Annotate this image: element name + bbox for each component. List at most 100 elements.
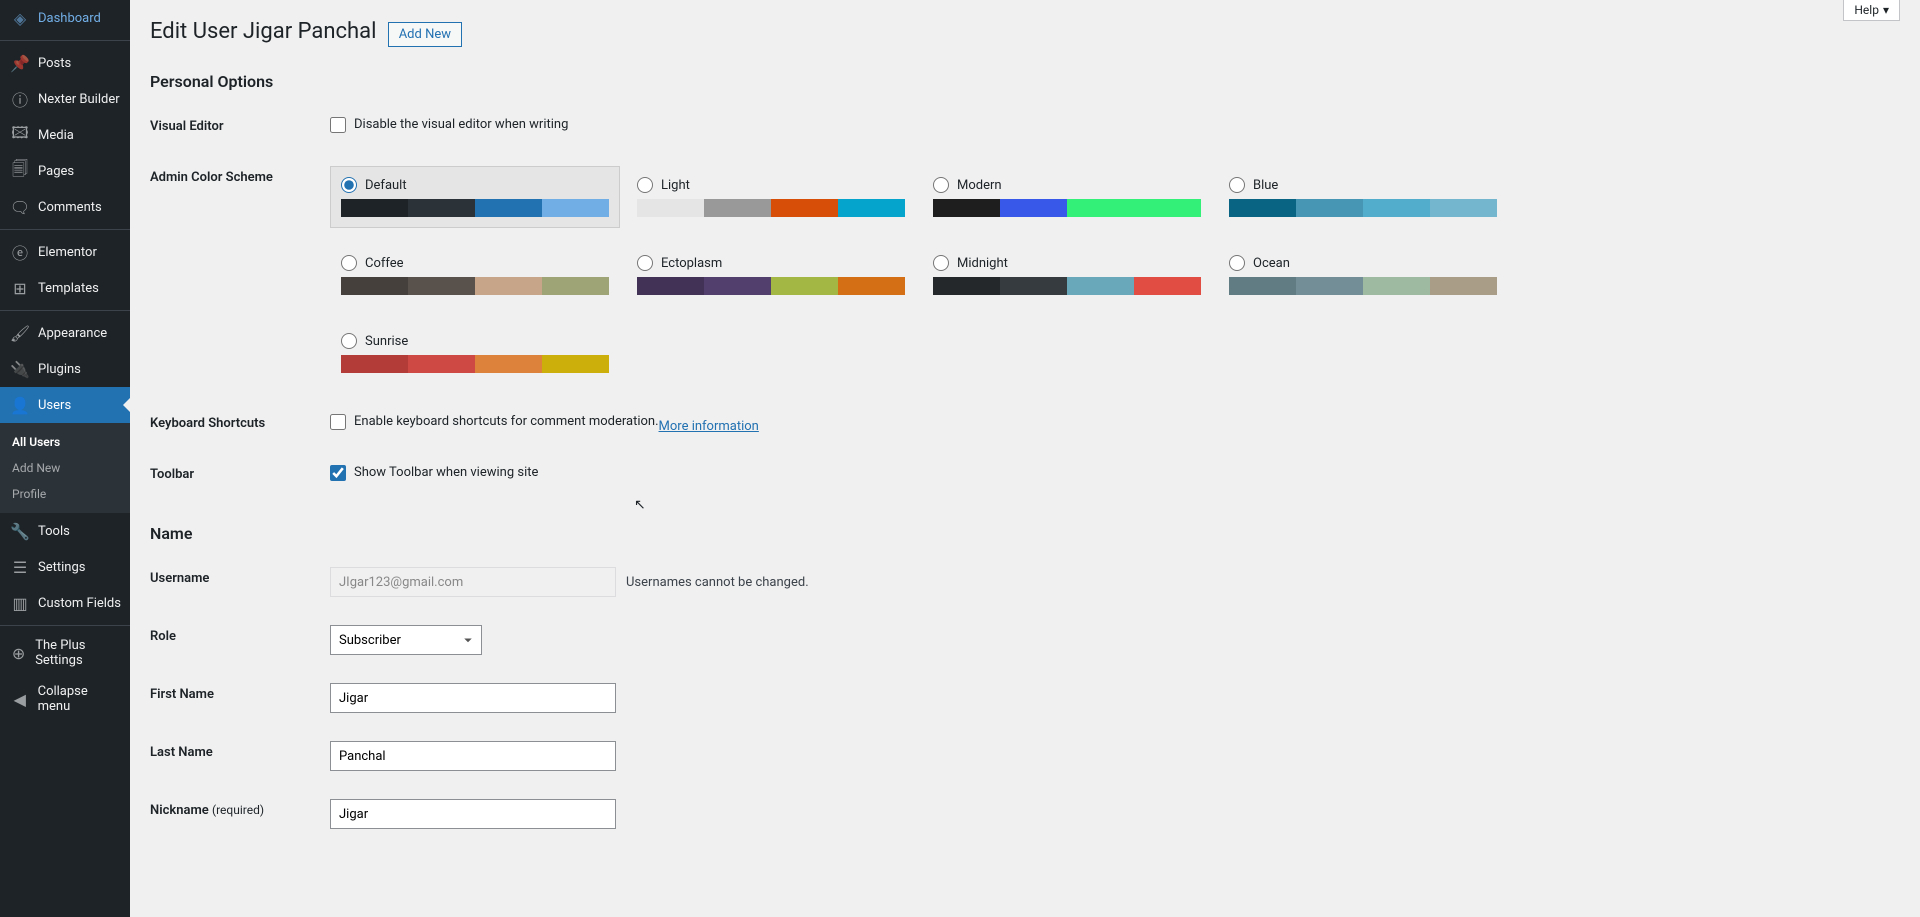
scheme-radio-ocean[interactable] [1229, 255, 1245, 271]
keyboard-more-info-link[interactable]: More information [659, 419, 759, 434]
menu-posts[interactable]: 📌Posts [0, 45, 130, 81]
media-icon: 🖾 [10, 125, 30, 145]
scheme-midnight[interactable]: Midnight [922, 244, 1212, 306]
toolbar-checkbox-label[interactable]: Show Toolbar when viewing site [330, 465, 538, 481]
custom-fields-icon: ▥ [10, 593, 30, 613]
scheme-radio-sunrise[interactable] [341, 333, 357, 349]
color-swatches [341, 355, 609, 373]
last-name-label: Last Name [150, 727, 330, 785]
scheme-blue[interactable]: Blue [1218, 166, 1508, 228]
color-swatches [933, 199, 1201, 217]
color-swatches [1229, 199, 1497, 217]
plugins-icon: 🔌 [10, 359, 30, 379]
menu-nexter[interactable]: ⓘNexter Builder [0, 81, 130, 117]
scheme-ectoplasm[interactable]: Ectoplasm [626, 244, 916, 306]
keyboard-checkbox[interactable] [330, 414, 346, 430]
scheme-name: Light [661, 178, 690, 193]
users-icon: 👤 [10, 395, 30, 415]
page-title: Edit User Jigar Panchal [150, 10, 376, 48]
nickname-input[interactable] [330, 799, 616, 829]
scheme-radio-ectoplasm[interactable] [637, 255, 653, 271]
visual-editor-label: Visual Editor [150, 101, 330, 152]
color-swatches [1229, 277, 1497, 295]
color-scheme-label: Admin Color Scheme [150, 152, 330, 398]
last-name-input[interactable] [330, 741, 616, 771]
first-name-input[interactable] [330, 683, 616, 713]
tools-icon: 🔧 [10, 521, 30, 541]
menu-users[interactable]: 👤Users [0, 387, 130, 423]
appearance-icon: 🖌 [10, 323, 30, 343]
role-select[interactable]: Subscriber [330, 625, 482, 655]
submenu-add-new[interactable]: Add New [0, 455, 130, 481]
comments-icon: 🗨 [10, 197, 30, 217]
toolbar-checkbox[interactable] [330, 465, 346, 481]
keyboard-checkbox-label[interactable]: Enable keyboard shortcuts for comment mo… [330, 414, 659, 430]
scheme-radio-modern[interactable] [933, 177, 949, 193]
nickname-label: Nickname (required) [150, 785, 330, 843]
visual-editor-checkbox[interactable] [330, 117, 346, 133]
scheme-radio-coffee[interactable] [341, 255, 357, 271]
submenu-profile[interactable]: Profile [0, 481, 130, 507]
content-area: Help▾ Edit User Jigar Panchal Add New Pe… [130, 0, 1920, 917]
users-submenu: All Users Add New Profile [0, 423, 130, 513]
color-swatches [637, 277, 905, 295]
scheme-name: Ocean [1253, 256, 1290, 271]
plus-icon: ⊕ [10, 643, 27, 663]
menu-tools[interactable]: 🔧Tools [0, 513, 130, 549]
scheme-name: Blue [1253, 178, 1278, 193]
menu-plus[interactable]: ⊕The Plus Settings [0, 630, 130, 676]
menu-settings[interactable]: ☰Settings [0, 549, 130, 585]
scheme-coffee[interactable]: Coffee [330, 244, 620, 306]
color-swatches [933, 277, 1201, 295]
admin-sidebar: ◈Dashboard 📌Posts ⓘNexter Builder 🖾Media… [0, 0, 130, 917]
scheme-name: Coffee [365, 256, 404, 271]
nexter-icon: ⓘ [10, 89, 30, 109]
help-tab[interactable]: Help▾ [1843, 0, 1900, 21]
scheme-name: Modern [957, 178, 1002, 193]
scheme-default[interactable]: Default [330, 166, 620, 228]
first-name-label: First Name [150, 669, 330, 727]
scheme-radio-light[interactable] [637, 177, 653, 193]
visual-editor-checkbox-label[interactable]: Disable the visual editor when writing [330, 117, 568, 133]
menu-collapse[interactable]: ◀Collapse menu [0, 676, 130, 722]
scheme-name: Default [365, 178, 407, 193]
username-description: Usernames cannot be changed. [626, 575, 809, 590]
scheme-radio-midnight[interactable] [933, 255, 949, 271]
elementor-icon: ⓔ [10, 242, 30, 262]
menu-templates[interactable]: ⊞Templates [0, 270, 130, 306]
color-swatches [637, 199, 905, 217]
scheme-name: Midnight [957, 256, 1008, 271]
posts-icon: 📌 [10, 53, 30, 73]
scheme-radio-blue[interactable] [1229, 177, 1245, 193]
menu-comments[interactable]: 🗨Comments [0, 189, 130, 225]
submenu-all-users[interactable]: All Users [0, 429, 130, 455]
personal-options-heading: Personal Options [150, 72, 1900, 91]
add-new-button[interactable]: Add New [388, 22, 462, 47]
menu-appearance[interactable]: 🖌Appearance [0, 315, 130, 351]
color-scheme-grid: Default Light Modern Blue Coffee Ectoplasm Mid… [330, 166, 1900, 384]
color-swatches [341, 277, 609, 295]
menu-dashboard[interactable]: ◈Dashboard [0, 0, 130, 36]
menu-elementor[interactable]: ⓔElementor [0, 234, 130, 270]
templates-icon: ⊞ [10, 278, 30, 298]
scheme-ocean[interactable]: Ocean [1218, 244, 1508, 306]
username-label: Username [150, 553, 330, 611]
username-input [330, 567, 616, 597]
menu-plugins[interactable]: 🔌Plugins [0, 351, 130, 387]
settings-icon: ☰ [10, 557, 30, 577]
menu-custom-fields[interactable]: ▥Custom Fields [0, 585, 130, 621]
toolbar-label: Toolbar [150, 449, 330, 500]
chevron-down-icon: ▾ [1883, 3, 1889, 17]
scheme-name: Sunrise [365, 334, 408, 349]
collapse-icon: ◀ [10, 689, 30, 709]
scheme-modern[interactable]: Modern [922, 166, 1212, 228]
scheme-radio-default[interactable] [341, 177, 357, 193]
scheme-light[interactable]: Light [626, 166, 916, 228]
scheme-sunrise[interactable]: Sunrise [330, 322, 620, 384]
menu-media[interactable]: 🖾Media [0, 117, 130, 153]
scheme-name: Ectoplasm [661, 256, 722, 271]
keyboard-shortcuts-label: Keyboard Shortcuts [150, 398, 330, 449]
name-heading: Name [150, 524, 1900, 543]
menu-pages[interactable]: 🗐Pages [0, 153, 130, 189]
dashboard-icon: ◈ [10, 8, 30, 28]
